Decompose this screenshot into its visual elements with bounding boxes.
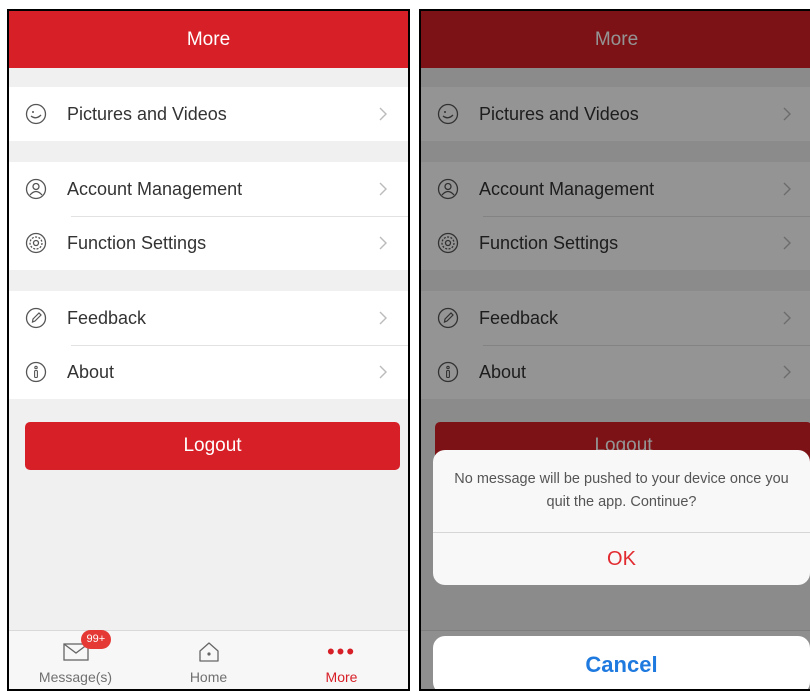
more-screen: More Pictures and Videos Account Managem… — [7, 9, 410, 691]
unread-badge: 99+ — [80, 630, 112, 649]
menu-group-media: Pictures and Videos — [9, 87, 408, 141]
menu-label: Pictures and Videos — [67, 103, 227, 124]
chevron-right-icon — [378, 310, 388, 326]
menu-item-feedback[interactable]: Feedback — [9, 291, 408, 345]
more-screen-with-dialog: More Pictures and Videos Account Managem… — [419, 9, 810, 691]
ok-button[interactable]: OK — [433, 533, 810, 585]
menu-group-settings: Account Management Function Settings — [9, 162, 408, 270]
menu-item-about[interactable]: About — [9, 345, 408, 399]
tab-bar: 99+ Message(s) Home ••• More — [9, 630, 408, 689]
more-dots-icon: ••• — [326, 639, 357, 664]
chevron-right-icon — [378, 364, 388, 380]
home-icon — [197, 639, 221, 665]
info-icon — [25, 361, 47, 383]
dim-overlay — [421, 11, 810, 689]
pencil-icon — [25, 307, 47, 329]
chevron-right-icon — [378, 181, 388, 197]
menu-item-account-management[interactable]: Account Management — [9, 162, 408, 216]
tab-messages[interactable]: 99+ Message(s) — [9, 630, 142, 689]
tab-label: Message(s) — [38, 669, 113, 685]
logout-confirm-dialog: No message will be pushed to your device… — [433, 450, 810, 585]
tab-home[interactable]: Home — [142, 631, 275, 689]
chevron-right-icon — [378, 106, 388, 122]
gear-icon — [25, 232, 47, 254]
menu-group-info: Feedback About — [9, 291, 408, 399]
logout-label: Logout — [183, 435, 242, 456]
menu-item-pictures-videos[interactable]: Pictures and Videos — [9, 87, 408, 141]
menu-label: Feedback — [67, 307, 147, 328]
user-icon — [25, 178, 47, 200]
logout-button[interactable]: Logout — [25, 422, 400, 470]
nav-bar: More — [9, 11, 408, 68]
menu-label: About — [67, 361, 115, 382]
menu-label: Account Management — [67, 178, 243, 199]
tab-label: More — [325, 669, 358, 685]
cancel-button[interactable]: Cancel — [433, 636, 810, 689]
envelope-icon: 99+ — [62, 630, 112, 665]
chevron-right-icon — [378, 235, 388, 251]
menu-item-function-settings[interactable]: Function Settings — [9, 216, 408, 270]
menu-label: Function Settings — [67, 232, 207, 253]
tab-more[interactable]: ••• More — [275, 631, 408, 689]
tab-label: Home — [189, 669, 228, 685]
smiley-icon — [25, 103, 47, 125]
dialog-message: No message will be pushed to your device… — [433, 450, 810, 533]
page-title: More — [186, 28, 231, 50]
